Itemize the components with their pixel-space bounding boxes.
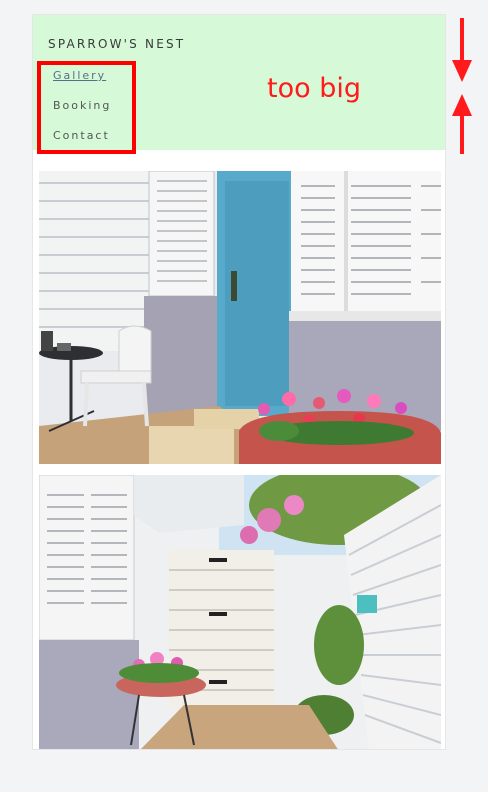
- annotation-note: too big: [267, 73, 361, 104]
- gallery-photo-patio[interactable]: [39, 171, 441, 464]
- nav-booking[interactable]: Booking: [53, 99, 111, 112]
- page-frame: SPARROW'S NEST Gallery Booking Contact t…: [32, 14, 446, 750]
- site-brand[interactable]: SPARROW'S NEST: [48, 37, 185, 51]
- gallery-photo-courtyard[interactable]: [39, 475, 441, 749]
- site-header: SPARROW'S NEST Gallery Booking Contact t…: [33, 15, 445, 154]
- arrow-up-icon: [452, 94, 472, 154]
- nav-contact[interactable]: Contact: [53, 129, 110, 142]
- nav-gallery[interactable]: Gallery: [53, 69, 106, 82]
- arrow-down-icon: [452, 18, 472, 82]
